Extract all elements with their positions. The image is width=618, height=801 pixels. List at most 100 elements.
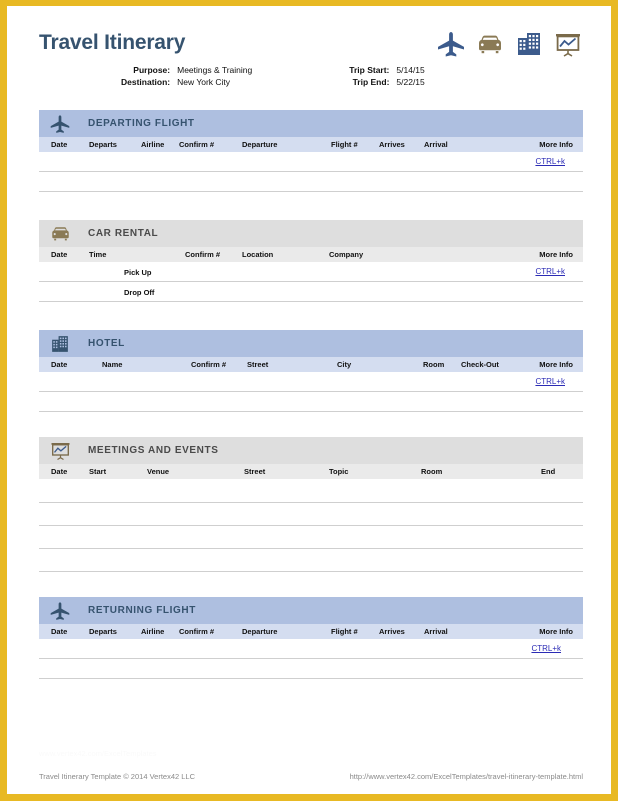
table-row[interactable] <box>39 479 583 503</box>
car-rental-rows: Pick Up CTRL+k Drop Off <box>39 262 583 302</box>
col-flight: Flight # <box>331 140 358 149</box>
departing-flight-rows: CTRL+k <box>39 152 583 192</box>
table-row[interactable] <box>39 392 583 412</box>
trip-start-label: Trip Start: <box>349 65 390 75</box>
col-departure: Departure <box>242 140 278 149</box>
car-icon <box>45 223 75 244</box>
col-time: Time <box>89 250 107 259</box>
col-confirm: Confirm # <box>191 360 227 369</box>
building-icon <box>514 30 544 58</box>
col-room: Room <box>421 467 443 476</box>
destination-value[interactable]: New York City <box>177 76 252 88</box>
destination-label: Destination: <box>121 77 171 87</box>
more-info-link[interactable]: CTRL+k <box>535 157 565 166</box>
section-car-rental: CAR RENTAL Date Time Confirm # Location … <box>39 220 583 302</box>
airplane-icon <box>45 601 75 621</box>
col-more-info: More Info <box>539 360 573 369</box>
col-more-info: More Info <box>539 140 573 149</box>
col-airline: Airline <box>141 140 165 149</box>
col-name: Name <box>102 360 123 369</box>
col-departs: Departs <box>89 140 117 149</box>
trip-purpose-block: Purpose: Destination: Meetings & Trainin… <box>121 64 252 88</box>
table-row[interactable]: CTRL+k <box>39 639 583 659</box>
col-confirm: Confirm # <box>179 140 215 149</box>
meetings-column-headers: Date Start Venue Street Topic Room End <box>39 464 583 479</box>
table-row[interactable]: CTRL+k <box>39 152 583 172</box>
col-date: Date <box>51 627 68 636</box>
departing-flight-band: DEPARTING FLIGHT <box>39 110 583 137</box>
col-room: Room <box>423 360 445 369</box>
drop-off-label: Drop Off <box>124 288 155 297</box>
trip-meta: Purpose: Destination: Meetings & Trainin… <box>39 64 583 88</box>
trip-end-label: Trip End: <box>352 77 390 87</box>
itinerary-page: Travel Itinerary Purpose: Destination: M… <box>7 6 611 794</box>
departing-flight-title: DEPARTING FLIGHT <box>88 118 195 129</box>
col-company: Company <box>329 250 364 259</box>
purpose-label: Purpose: <box>133 65 171 75</box>
more-info-link[interactable]: CTRL+k <box>535 267 565 276</box>
departing-flight-column-headers: Date Departs Airline Confirm # Departure… <box>39 137 583 152</box>
col-confirm: Confirm # <box>179 627 215 636</box>
col-departure: Departure <box>242 627 278 636</box>
col-arrives: Arrives <box>379 627 405 636</box>
document-header: Travel Itinerary Purpose: Destination: M… <box>39 28 583 100</box>
trip-start-value[interactable]: 5/14/15 <box>396 64 424 76</box>
col-street: Street <box>247 360 269 369</box>
more-info-link[interactable]: CTRL+k <box>531 644 561 653</box>
building-icon <box>45 334 75 354</box>
meetings-title: MEETINGS AND EVENTS <box>88 445 219 456</box>
col-date: Date <box>51 467 68 476</box>
col-date: Date <box>51 140 68 149</box>
airplane-icon <box>45 114 75 134</box>
returning-flight-band: RETURNING FLIGHT <box>39 597 583 624</box>
table-row[interactable] <box>39 172 583 192</box>
presentation-chart-icon <box>45 440 75 461</box>
table-row[interactable] <box>39 503 583 526</box>
col-check-out: Check-Out <box>461 360 499 369</box>
car-rental-column-headers: Date Time Confirm # Location Company Mor… <box>39 247 583 262</box>
col-more-info: More Info <box>539 627 573 636</box>
col-arrival: Arrival <box>424 140 448 149</box>
table-row[interactable] <box>39 526 583 549</box>
watermark: www.vertex42.com/ExcelTemplates <box>39 749 157 758</box>
airplane-icon <box>436 30 466 58</box>
col-airline: Airline <box>141 627 165 636</box>
footer-url[interactable]: http://www.vertex42.com/ExcelTemplates/t… <box>350 772 583 781</box>
col-street: Street <box>244 467 266 476</box>
col-flight: Flight # <box>331 627 358 636</box>
col-arrival: Arrival <box>424 627 448 636</box>
table-row[interactable] <box>39 659 583 679</box>
returning-flight-column-headers: Date Departs Airline Confirm # Departure… <box>39 624 583 639</box>
presentation-chart-icon <box>553 30 583 58</box>
table-row[interactable] <box>39 549 583 572</box>
col-topic: Topic <box>329 467 349 476</box>
meetings-band: MEETINGS AND EVENTS <box>39 437 583 464</box>
car-rental-title: CAR RENTAL <box>88 228 159 239</box>
section-returning-flight: RETURNING FLIGHT Date Departs Airline Co… <box>39 597 583 679</box>
col-venue: Venue <box>147 467 170 476</box>
purpose-value[interactable]: Meetings & Training <box>177 64 252 76</box>
col-arrives: Arrives <box>379 140 405 149</box>
pick-up-label: Pick Up <box>124 268 152 277</box>
more-info-link[interactable]: CTRL+k <box>535 377 565 386</box>
section-hotel: HOTEL Date Name Confirm # Street City Ro… <box>39 330 583 412</box>
col-date: Date <box>51 250 68 259</box>
col-end: End <box>541 467 556 476</box>
car-icon <box>475 30 505 58</box>
hotel-rows: CTRL+k <box>39 372 583 412</box>
trip-dates-block: Trip Start: Trip End: 5/14/15 5/22/15 <box>349 64 425 88</box>
header-icon-group <box>436 30 583 58</box>
col-start: Start <box>89 467 107 476</box>
col-departs: Departs <box>89 627 117 636</box>
trip-end-value[interactable]: 5/22/15 <box>396 76 424 88</box>
returning-flight-title: RETURNING FLIGHT <box>88 605 196 616</box>
col-city: City <box>337 360 352 369</box>
table-row[interactable]: Drop Off <box>39 282 583 302</box>
car-rental-band: CAR RENTAL <box>39 220 583 247</box>
col-more-info: More Info <box>539 250 573 259</box>
table-row[interactable]: CTRL+k <box>39 372 583 392</box>
meetings-rows <box>39 479 583 572</box>
col-location: Location <box>242 250 274 259</box>
table-row[interactable]: Pick Up CTRL+k <box>39 262 583 282</box>
hotel-title: HOTEL <box>88 338 125 349</box>
